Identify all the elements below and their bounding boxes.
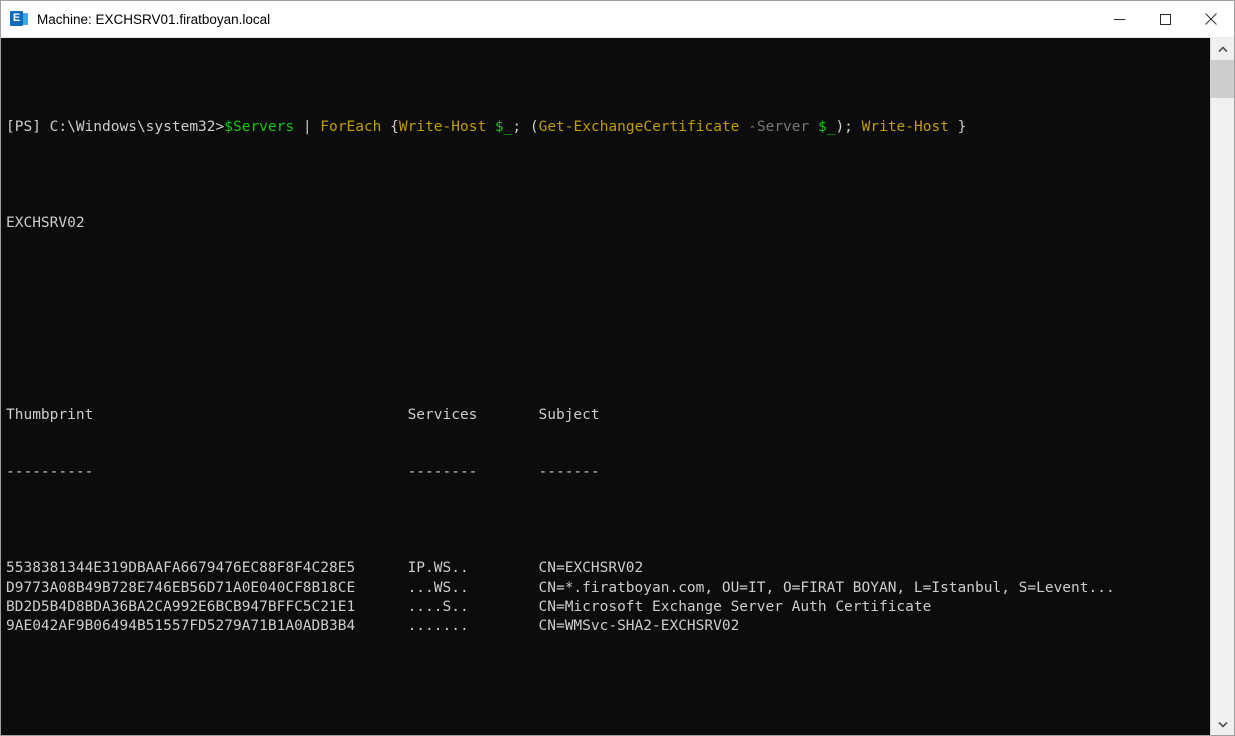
maximize-button[interactable] xyxy=(1142,1,1188,37)
command-token: Write-Host xyxy=(861,118,949,135)
command-token: ; ( xyxy=(512,118,539,135)
scrollbar-thumb[interactable] xyxy=(1211,60,1234,98)
console-output[interactable]: [PS] C:\Windows\system32>$Servers | ForE… xyxy=(1,38,1210,735)
table-header-text: Thumbprint Services Subject xyxy=(6,406,600,423)
command-token: Get-ExchangeCertificate xyxy=(538,118,740,135)
command-token: $Servers xyxy=(224,118,295,135)
command-token: { xyxy=(381,118,399,135)
command-token: $_ xyxy=(817,118,836,135)
console-area: [PS] C:\Windows\system32>$Servers | ForE… xyxy=(1,38,1234,735)
title-bar-left: E Machine: EXCHSRV01.firatboyan.local xyxy=(1,10,270,28)
minimize-icon xyxy=(1113,14,1125,25)
console-blank-1 xyxy=(6,310,1210,329)
console-blank-2 xyxy=(6,713,1210,732)
powershell-window: E Machine: EXCHSRV01.firatboyan.local [P… xyxy=(0,0,1235,736)
chevron-down-icon xyxy=(1217,715,1228,733)
command-token xyxy=(486,119,495,135)
command-token: | xyxy=(294,118,321,135)
command-token: } xyxy=(948,118,967,135)
close-button[interactable] xyxy=(1188,1,1234,37)
table-rule-text: ---------- -------- ------- xyxy=(6,464,600,481)
table-body: 5538381344E319DBAAFA6679476EC88F8F4C28E5… xyxy=(6,559,1210,636)
title-bar[interactable]: E Machine: EXCHSRV01.firatboyan.local xyxy=(1,1,1234,38)
command-token xyxy=(739,119,748,135)
vertical-scrollbar[interactable] xyxy=(1210,38,1234,735)
table-header-row: Thumbprint Services Subject xyxy=(6,406,1210,425)
table-row: D9773A08B49B728E746EB56D71A0E040CF8B18CE… xyxy=(6,579,1115,596)
close-icon xyxy=(1205,13,1217,25)
window-controls xyxy=(1096,1,1234,37)
command-tokens: $Servers | ForEach {Write-Host $_; (Get-… xyxy=(224,119,966,135)
console-command-line: [PS] C:\Windows\system32>$Servers | ForE… xyxy=(6,118,1210,137)
command-token: ); xyxy=(835,118,862,135)
maximize-icon xyxy=(1159,13,1171,25)
chevron-up-icon xyxy=(1217,40,1228,58)
exchange-icon-letter: E xyxy=(12,12,21,24)
command-token: -Server xyxy=(748,118,810,135)
scroll-down-button[interactable] xyxy=(1211,713,1234,735)
command-token: $_ xyxy=(494,118,513,135)
window-title: Machine: EXCHSRV01.firatboyan.local xyxy=(37,11,271,27)
table-row: 9AE042AF9B06494B51557FD5279A71B1A0ADB3B4… xyxy=(6,617,740,634)
prompt-text: [PS] C:\Windows\system32> xyxy=(6,118,225,135)
command-token: Write-Host xyxy=(398,118,487,135)
command-token xyxy=(809,119,818,135)
table-rule-row: ---------- -------- ------- xyxy=(6,463,1210,482)
table-row: BD2D5B4D8BDA36BA2CA992E6BCB947BFFC5C21E1… xyxy=(6,598,932,615)
scroll-up-button[interactable] xyxy=(1211,38,1234,60)
minimize-button[interactable] xyxy=(1096,1,1142,37)
scrollbar-track[interactable] xyxy=(1211,60,1234,713)
table-row: 5538381344E319DBAAFA6679476EC88F8F4C28E5… xyxy=(6,560,644,577)
command-token: ForEach xyxy=(320,118,382,135)
exchange-icon: E xyxy=(10,10,28,28)
console-server-name: EXCHSRV02 xyxy=(6,214,85,231)
